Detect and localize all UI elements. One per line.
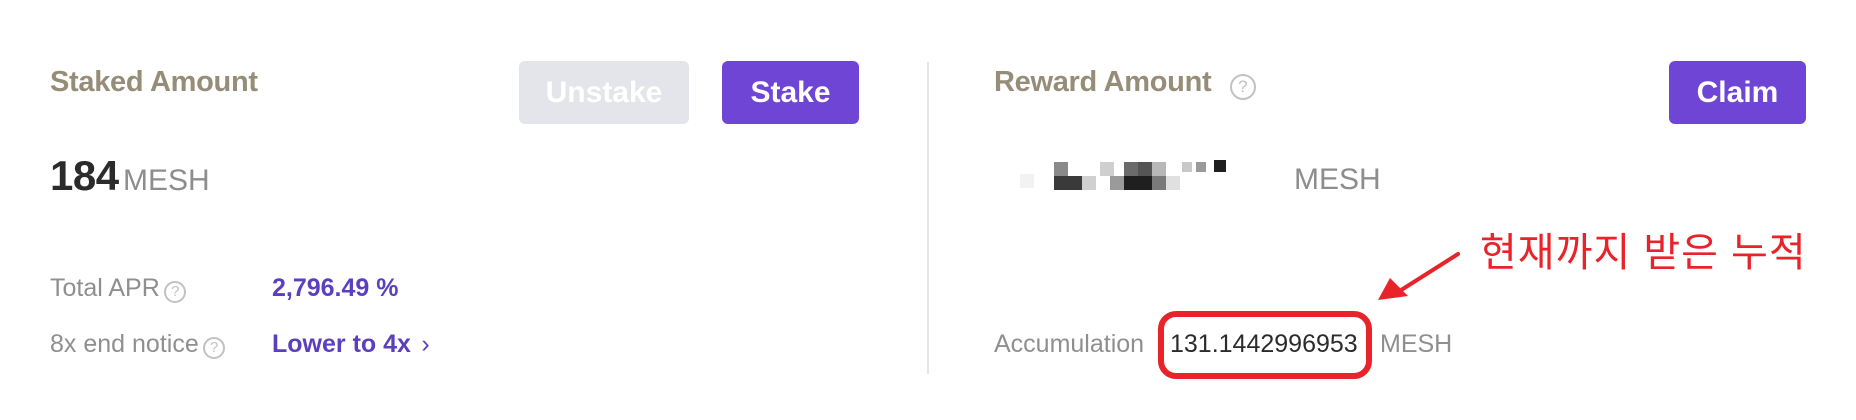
accumulation-value: 131.1442996953 (1170, 330, 1358, 358)
claim-button[interactable]: Claim (1669, 61, 1806, 124)
accumulation-label: Accumulation (994, 330, 1145, 358)
chevron-right-icon: › (421, 330, 430, 358)
staked-amount-display: 184 MESH (50, 152, 210, 200)
help-icon[interactable]: ? (203, 336, 226, 359)
lower-leverage-label: Lower to 4x (272, 330, 411, 358)
unstake-button[interactable]: Unstake (519, 61, 689, 124)
total-apr-row: Total APR ? (50, 274, 187, 303)
section-divider (927, 62, 929, 374)
accumulation-unit: MESH (1380, 330, 1453, 358)
reward-amount-title: Reward Amount (994, 66, 1212, 98)
annotation-text: 현재까지 받은 누적 (1480, 231, 1807, 275)
obscured-reward-amount (1010, 158, 1230, 194)
reward-title-row: Reward Amount ? (994, 66, 1256, 100)
staked-amount-value: 184 (50, 152, 119, 199)
total-apr-label: Total APR (50, 274, 160, 302)
help-icon[interactable]: ? (1229, 73, 1256, 100)
lower-leverage-link[interactable]: Lower to 4x › (272, 330, 430, 359)
end-notice-label: 8x end notice (50, 330, 199, 358)
staked-amount-unit: MESH (123, 164, 210, 197)
annotation-arrow-icon (1378, 252, 1460, 300)
help-icon[interactable]: ? (164, 280, 187, 303)
total-apr-value: 2,796.49 % (272, 274, 399, 302)
end-notice-row: 8x end notice ? (50, 330, 226, 359)
staked-amount-title: Staked Amount (50, 66, 258, 98)
reward-amount-unit: MESH (1294, 163, 1381, 196)
annotation-arrow-shaft (1396, 252, 1460, 294)
stake-button[interactable]: Stake (722, 61, 859, 124)
